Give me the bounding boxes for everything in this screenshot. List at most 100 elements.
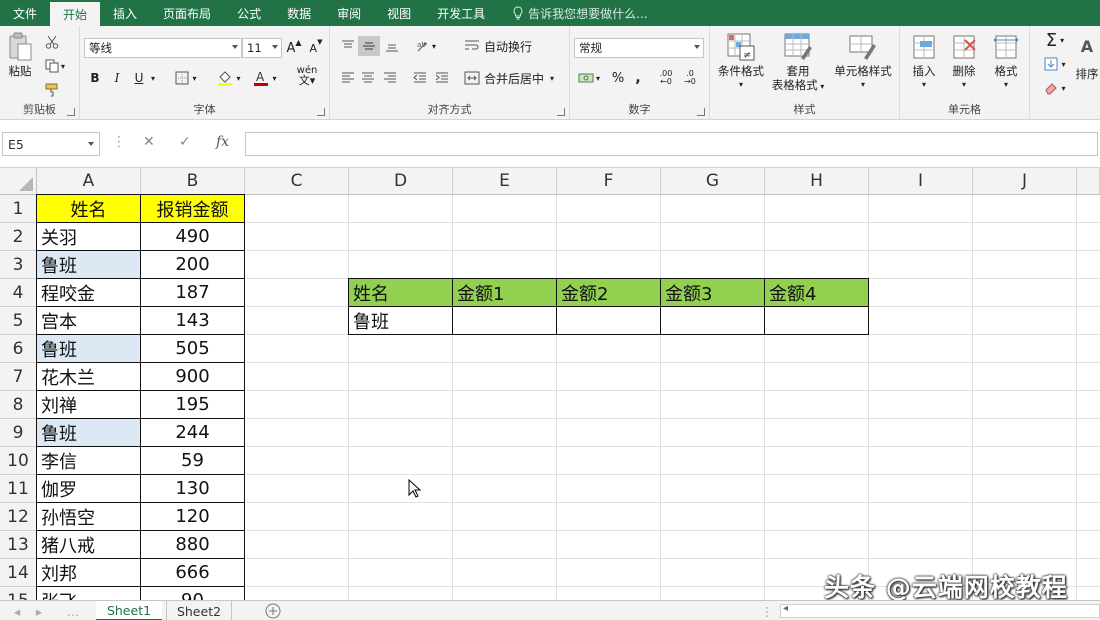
cell-b5[interactable]: 143 bbox=[140, 306, 245, 335]
more-sheets-icon[interactable]: … bbox=[64, 601, 82, 620]
cell-a8[interactable]: 刘禅 bbox=[36, 390, 141, 419]
align-left-button[interactable] bbox=[338, 68, 358, 88]
row-header-7[interactable]: 7 bbox=[0, 363, 37, 391]
row-header-11[interactable]: 11 bbox=[0, 475, 37, 503]
row-header-13[interactable]: 13 bbox=[0, 531, 37, 559]
scroll-left-icon[interactable]: ◂ bbox=[783, 603, 788, 614]
cell-a14[interactable]: 刘邦 bbox=[36, 558, 141, 587]
row-header-9[interactable]: 9 bbox=[0, 419, 37, 447]
row-header-6[interactable]: 6 bbox=[0, 335, 37, 363]
tab-data[interactable]: 数据 bbox=[274, 0, 324, 26]
tell-me-search[interactable]: 告诉我您想要做什么... bbox=[498, 0, 648, 26]
wrap-text-button[interactable]: 自动换行 bbox=[464, 36, 554, 56]
prev-sheet-icon[interactable]: ◂ bbox=[8, 601, 26, 620]
tab-splitter-icon[interactable]: ⋮ bbox=[760, 601, 774, 620]
align-bottom-button[interactable] bbox=[382, 36, 402, 56]
font-name-select[interactable]: 等线 bbox=[84, 38, 242, 58]
increase-indent-button[interactable] bbox=[432, 68, 452, 88]
cell-b14[interactable]: 666 bbox=[140, 558, 245, 587]
row-header-3[interactable]: 3 bbox=[0, 251, 37, 279]
cell-b11[interactable]: 130 bbox=[140, 474, 245, 503]
delete-cells-button[interactable]: 删除 ▾ bbox=[946, 32, 982, 92]
grow-font-button[interactable]: A ▲ bbox=[286, 38, 302, 58]
format-cells-button[interactable]: 格式 ▾ bbox=[988, 32, 1024, 92]
tab-formulas[interactable]: 公式 bbox=[224, 0, 274, 26]
alignment-launcher-icon[interactable] bbox=[557, 108, 565, 116]
percent-button[interactable]: % bbox=[610, 68, 626, 88]
font-color-button[interactable]: A ▾ bbox=[250, 68, 280, 88]
cell-a12[interactable]: 孙悟空 bbox=[36, 502, 141, 531]
name-box[interactable]: E5 bbox=[2, 132, 100, 156]
formula-input[interactable] bbox=[245, 132, 1098, 156]
cancel-icon[interactable]: ✕ bbox=[143, 134, 155, 150]
cut-button[interactable] bbox=[42, 32, 62, 52]
sheet-tab-sheet2[interactable]: Sheet2 bbox=[166, 601, 232, 620]
cell-b15[interactable]: 90 bbox=[140, 586, 245, 600]
conditional-format-button[interactable]: ≠ 条件格式 ▾ bbox=[712, 32, 770, 92]
column-header-k[interactable] bbox=[1077, 168, 1100, 195]
add-sheet-button[interactable] bbox=[262, 601, 284, 620]
cell-f4[interactable]: 金额2 bbox=[556, 278, 661, 307]
merge-center-button[interactable]: 合并后居中 ▾ bbox=[464, 68, 564, 88]
select-all-corner[interactable] bbox=[0, 168, 37, 195]
enter-icon[interactable]: ✓ bbox=[179, 134, 191, 150]
cell-a15[interactable]: 张飞 bbox=[36, 586, 141, 600]
cell-a1[interactable]: 姓名 bbox=[36, 194, 141, 223]
cell-h5[interactable] bbox=[764, 306, 869, 335]
column-header-g[interactable]: G bbox=[661, 168, 765, 195]
shrink-font-button[interactable]: A ▼ bbox=[308, 38, 324, 58]
comma-button[interactable]: , bbox=[630, 68, 646, 88]
column-header-i[interactable]: I bbox=[869, 168, 973, 195]
cell-e5[interactable] bbox=[452, 306, 557, 335]
bold-button[interactable]: B bbox=[86, 68, 104, 88]
row-header-10[interactable]: 10 bbox=[0, 447, 37, 475]
tab-developer[interactable]: 开发工具 bbox=[424, 0, 498, 26]
clipboard-launcher-icon[interactable] bbox=[67, 108, 75, 116]
fill-button[interactable]: ▾ bbox=[1038, 54, 1072, 74]
cell-g5[interactable] bbox=[660, 306, 765, 335]
format-painter-button[interactable] bbox=[42, 80, 62, 100]
row-header-1[interactable]: 1 bbox=[0, 195, 37, 223]
number-launcher-icon[interactable] bbox=[697, 108, 705, 116]
align-middle-button[interactable] bbox=[358, 36, 380, 56]
decrease-indent-button[interactable] bbox=[410, 68, 430, 88]
cell-styles-button[interactable]: 单元格样式 ▾ bbox=[828, 32, 898, 92]
sort-filter-button[interactable]: 排序 bbox=[1072, 64, 1100, 84]
tab-page-layout[interactable]: 页面布局 bbox=[150, 0, 224, 26]
align-center-button[interactable] bbox=[358, 68, 378, 88]
cell-b10[interactable]: 59 bbox=[140, 446, 245, 475]
fill-color-button[interactable]: ▾ bbox=[214, 68, 244, 88]
cell-b1[interactable]: 报销金额 bbox=[140, 194, 245, 223]
currency-button[interactable]: ▾ bbox=[574, 68, 604, 88]
underline-button[interactable]: U bbox=[130, 68, 148, 88]
spreadsheet-grid[interactable]: A B C D E F G H I J 1 2 3 4 5 6 7 8 9 10… bbox=[0, 168, 1100, 600]
increase-decimal-button[interactable]: .00 ←0 bbox=[656, 68, 676, 88]
cell-e4[interactable]: 金额1 bbox=[452, 278, 557, 307]
row-header-12[interactable]: 12 bbox=[0, 503, 37, 531]
italic-button[interactable]: I bbox=[108, 68, 126, 88]
row-header-4[interactable]: 4 bbox=[0, 279, 37, 307]
column-header-j[interactable]: J bbox=[973, 168, 1077, 195]
tab-insert[interactable]: 插入 bbox=[100, 0, 150, 26]
cell-a6[interactable]: 鲁班 bbox=[36, 334, 141, 363]
align-right-button[interactable] bbox=[380, 68, 400, 88]
borders-button[interactable]: ▾ bbox=[172, 68, 200, 88]
cell-b8[interactable]: 195 bbox=[140, 390, 245, 419]
next-sheet-icon[interactable]: ▸ bbox=[30, 601, 48, 620]
copy-button[interactable]: ▾ bbox=[42, 56, 68, 76]
cell-a13[interactable]: 猪八戒 bbox=[36, 530, 141, 559]
cell-h4[interactable]: 金额4 bbox=[764, 278, 869, 307]
cell-a9[interactable]: 鲁班 bbox=[36, 418, 141, 447]
decrease-decimal-button[interactable]: .0 →0 bbox=[680, 68, 700, 88]
column-header-a[interactable]: A bbox=[37, 168, 141, 195]
sheet-tab-sheet1[interactable]: Sheet1 bbox=[96, 601, 162, 620]
row-header-5[interactable]: 5 bbox=[0, 307, 37, 335]
cell-g4[interactable]: 金额3 bbox=[660, 278, 765, 307]
cell-b7[interactable]: 900 bbox=[140, 362, 245, 391]
phonetic-button[interactable]: wén 文▾ bbox=[292, 66, 322, 87]
align-top-button[interactable] bbox=[338, 36, 358, 56]
row-header-8[interactable]: 8 bbox=[0, 391, 37, 419]
cell-a7[interactable]: 花木兰 bbox=[36, 362, 141, 391]
autosum-button[interactable]: Σ ▾ bbox=[1038, 30, 1072, 51]
cell-a11[interactable]: 伽罗 bbox=[36, 474, 141, 503]
